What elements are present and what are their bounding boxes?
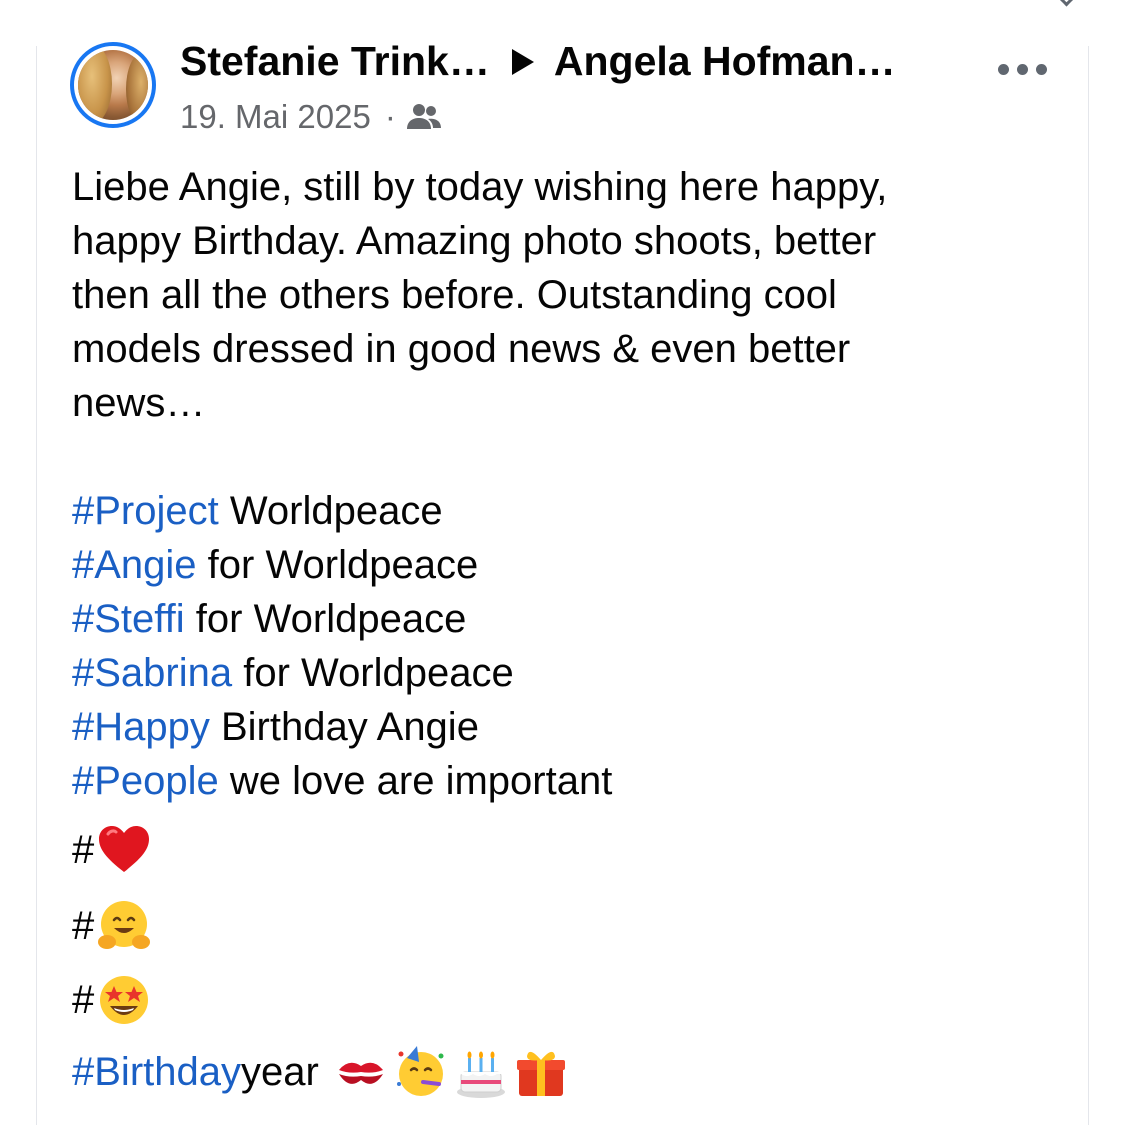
- birthday-cake-emoji: [456, 1051, 505, 1098]
- kiss-mark-emoji: [338, 1062, 383, 1084]
- post-card: Stefanie Trink… Angela Hofman… 19. Mai 2…: [0, 0, 1125, 1125]
- wrapped-gift-emoji: [516, 1051, 565, 1096]
- hashtag-line: #People we love are important: [72, 754, 1072, 808]
- post-body: Liebe Angie, still by today wishing here…: [72, 160, 1072, 808]
- hash-symbol: #: [72, 903, 95, 948]
- author-name[interactable]: Stefanie Trink…: [180, 38, 490, 85]
- post-meta: 19. Mai 2025 ·: [180, 98, 442, 136]
- red-heart-emoji: [99, 826, 150, 872]
- avatar-photo: [78, 50, 148, 120]
- hashtag-line: #Steffi for Worldpeace: [72, 592, 1072, 646]
- hash-symbol: #: [72, 977, 95, 1022]
- friends-icon[interactable]: [406, 102, 442, 132]
- hashtag-line: #Project Worldpeace: [72, 484, 1072, 538]
- hashtag-text: for Worldpeace: [232, 651, 514, 695]
- hashtag-link[interactable]: #Steffi: [72, 597, 185, 641]
- hashtag-text: Birthday Angie: [209, 705, 479, 749]
- partying-face-emoji: [396, 1046, 444, 1096]
- hash-symbol: #: [72, 827, 95, 872]
- meta-separator: ·: [384, 98, 396, 135]
- birthday-line: #Birthday year: [72, 1044, 569, 1100]
- hashtag-text: for Worldpeace: [196, 543, 479, 587]
- post-header: Stefanie Trink… Angela Hofman…: [180, 38, 896, 85]
- hashtag-text: year: [240, 1049, 319, 1094]
- hashtag-link[interactable]: #People: [72, 759, 219, 803]
- hashtag-text: we love are important: [218, 759, 613, 803]
- hashtag-line: #Happy Birthday Angie: [72, 700, 1072, 754]
- body-line: happy Birthday. Amazing photo shoots, be…: [72, 219, 877, 263]
- recipient-name[interactable]: Angela Hofman…: [554, 38, 896, 85]
- hashtag-line: #Sabrina for Worldpeace: [72, 646, 1072, 700]
- hashtag-link[interactable]: #Happy: [72, 705, 210, 749]
- emoji-group: [333, 1044, 569, 1100]
- author-avatar[interactable]: [70, 42, 156, 128]
- emoji-hashtag-line: #: [72, 822, 152, 878]
- emoji-hashtag-line: #: [72, 898, 152, 954]
- emoji-hashtag-line: #: [72, 972, 152, 1028]
- card-left-border: [36, 46, 37, 1125]
- hashtag-link[interactable]: #Birthday: [72, 1050, 241, 1095]
- card-right-border: [1088, 46, 1089, 1125]
- chevron-down-icon[interactable]: [1054, 0, 1079, 7]
- body-line: Liebe Angie, still by today wishing here…: [72, 165, 888, 209]
- more-options-icon[interactable]: [998, 64, 1047, 75]
- hashtag-line: #Angie for Worldpeace: [72, 538, 1072, 592]
- body-line: models dressed in good news & even bette…: [72, 327, 851, 371]
- hugging-face-emoji: [98, 901, 151, 949]
- hashtag-link[interactable]: #Sabrina: [72, 651, 232, 695]
- hashtag-text: Worldpeace: [218, 489, 443, 533]
- hashtag-link[interactable]: #Project: [72, 489, 219, 533]
- post-date[interactable]: 19. Mai 2025: [180, 98, 371, 136]
- body-line: then all the others before. Outstanding …: [72, 273, 837, 317]
- hashtag-text: for Worldpeace: [184, 597, 467, 641]
- star-struck-emoji: [100, 976, 149, 1024]
- hashtag-link[interactable]: #Angie: [72, 543, 197, 587]
- body-line: news…: [72, 381, 206, 425]
- arrow-right-icon: [511, 48, 534, 75]
